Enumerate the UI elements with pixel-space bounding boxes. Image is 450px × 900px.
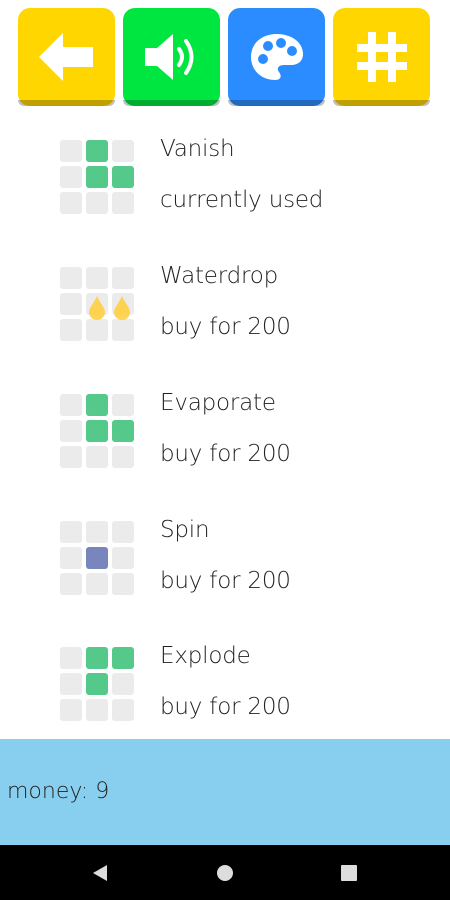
effect-row-vanish[interactable]: Vanish currently used [0,120,450,240]
effect-preview-grid [60,521,134,595]
speaker-icon [144,34,193,80]
nav-recents-button[interactable] [337,861,361,885]
effect-row-spin[interactable]: Spin buy for 200 [0,501,450,621]
nav-home-button[interactable] [213,861,237,885]
back-arrow-icon [38,33,93,81]
square-recents-icon [341,865,357,881]
effect-preview-grid [60,647,134,721]
grid-button[interactable] [333,8,430,106]
money-panel: money: 9 [0,739,450,845]
effect-status[interactable]: buy for 200 [160,568,291,594]
effect-shop-screen: Vanish currently used Waterdrop buy for … [0,0,450,900]
water-drop-icon [114,296,130,320]
effect-preview-grid [60,394,134,468]
system-nav-bar [0,845,450,900]
effect-status[interactable]: buy for 200 [160,314,291,340]
effect-name: Explode [160,643,251,669]
water-drop-icon [89,296,105,320]
effect-status[interactable]: buy for 200 [160,694,291,720]
effect-row-evaporate[interactable]: Evaporate buy for 200 [0,374,450,494]
effect-name: Waterdrop [160,263,279,289]
top-toolbar [0,0,450,112]
effect-preview-grid [60,140,134,214]
effect-row-waterdrop[interactable]: Waterdrop buy for 200 [0,247,450,367]
effect-name: Spin [160,517,210,543]
effect-preview-grid [60,267,134,341]
button-shade [18,100,115,106]
effect-row-explode[interactable]: Explode buy for 200 [0,627,450,747]
palette-button[interactable] [228,8,325,106]
back-button[interactable] [18,8,115,106]
circle-home-icon [217,865,233,881]
sound-button[interactable] [123,8,220,106]
effect-status[interactable]: currently used [160,187,323,213]
effect-status[interactable]: buy for 200 [160,441,291,467]
button-shade [333,100,430,106]
effect-name: Evaporate [160,390,276,416]
nav-back-button[interactable] [88,861,112,885]
triangle-back-icon [93,865,107,881]
money-label: money: 9 [7,779,110,804]
button-shade [228,100,325,106]
palette-icon [250,34,303,80]
button-shade [123,100,220,106]
effect-name: Vanish [160,136,235,162]
hash-icon [356,32,407,82]
